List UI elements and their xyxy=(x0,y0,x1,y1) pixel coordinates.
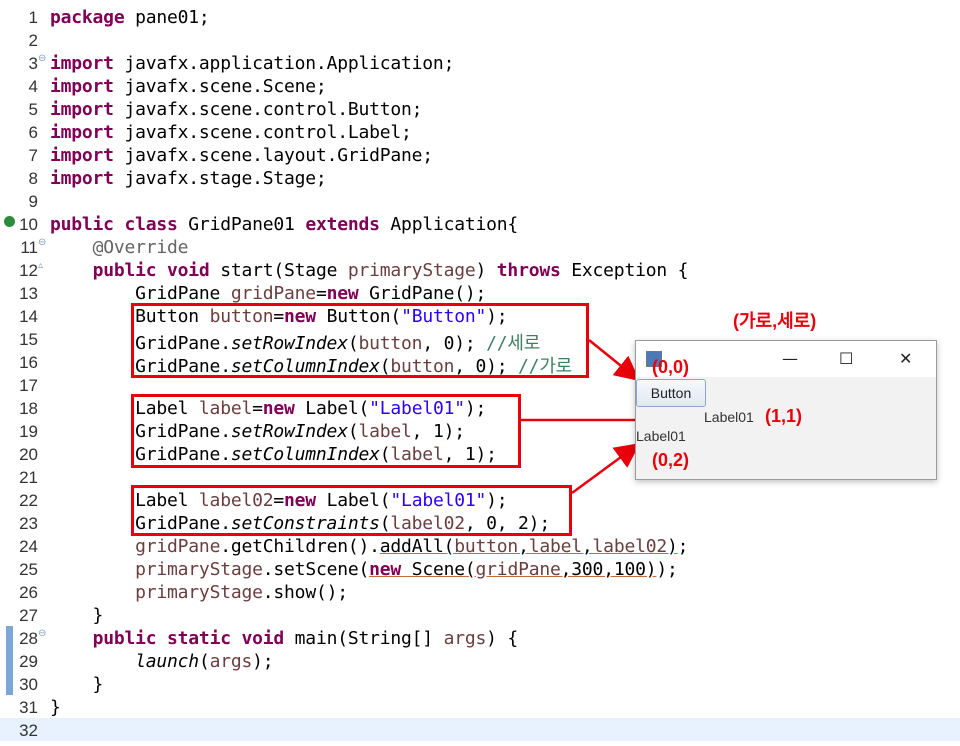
minimize-icon[interactable]: — xyxy=(782,349,798,368)
line-number: 27 xyxy=(19,606,38,625)
axes-caption: (가로,세로) xyxy=(733,311,817,331)
code-line[interactable]: 10 public class GridPane01 extends Applic… xyxy=(0,212,960,235)
line-number: 24 xyxy=(19,537,38,556)
line-number: 30 xyxy=(19,675,38,694)
fold-toggle-icon[interactable]: ▵ xyxy=(38,260,43,271)
code-line[interactable]: 28 ⊖ public static void main(String[] arg… xyxy=(0,626,960,649)
line-number: 23 xyxy=(19,514,38,533)
line-number: 19 xyxy=(19,422,38,441)
line-number: 18 xyxy=(19,399,38,418)
code-line[interactable]: 12 ▵ public void start(Stage primaryStage… xyxy=(0,258,960,281)
code-line[interactable]: 30 } xyxy=(0,672,960,695)
code-line[interactable]: 26 primaryStage.show(); xyxy=(0,580,960,603)
code-text: } xyxy=(50,605,104,626)
coord-label: (1,1) xyxy=(765,406,803,426)
code-line[interactable]: 5 import javafx.scene.control.Button; xyxy=(0,97,960,120)
fold-toggle-icon[interactable]: ⊖ xyxy=(38,53,46,64)
line-number: 21 xyxy=(19,468,38,487)
code-text: GridPane gridPane=new GridPane(); xyxy=(50,283,487,304)
annotation-box-label xyxy=(131,394,521,468)
code-text: launch(args); xyxy=(135,651,274,672)
line-number: 2 xyxy=(28,31,38,50)
code-text: primaryStage.show(); xyxy=(135,582,348,603)
line-number: 29 xyxy=(19,652,38,671)
code-line[interactable]: 4 import javafx.scene.Scene; xyxy=(0,74,960,97)
line-number: 25 xyxy=(19,560,38,579)
line-number: 10 xyxy=(19,215,38,234)
code-text: public void start(Stage primaryStage) th… xyxy=(92,260,689,281)
fx-label02: Label01 xyxy=(636,428,686,444)
fx-label: Label01 xyxy=(704,409,754,425)
line-number: 20 xyxy=(19,445,38,464)
code-text: package pane01; xyxy=(50,7,210,28)
line-number: 16 xyxy=(19,353,38,372)
line-number: 12 xyxy=(19,261,38,280)
line-number: 32 xyxy=(19,721,38,740)
code-line[interactable]: 25 primaryStage.setScene(new Scene(gridP… xyxy=(0,557,960,580)
fold-toggle-icon[interactable]: ⊖ xyxy=(38,628,46,639)
line-number: 13 xyxy=(19,284,38,303)
annotation-box-label02 xyxy=(131,485,572,536)
code-line[interactable]: 6 import javafx.scene.control.Label; xyxy=(0,120,960,143)
code-line[interactable]: 7 import javafx.scene.layout.GridPane; xyxy=(0,143,960,166)
code-text: primaryStage.setScene(new Scene(gridPane… xyxy=(135,559,678,580)
code-text: import javafx.scene.layout.GridPane; xyxy=(50,145,433,166)
line-number: 8 xyxy=(28,169,38,188)
code-line[interactable]: 11 ⊖ @Override xyxy=(0,235,960,258)
line-number: 5 xyxy=(28,100,38,119)
code-text: public static void main(String[] args) { xyxy=(92,628,519,649)
code-line[interactable]: 31} xyxy=(0,695,960,718)
code-line[interactable]: 1 package pane01; xyxy=(0,5,960,28)
code-line[interactable]: 13 GridPane gridPane=new GridPane(); xyxy=(0,281,960,304)
line-number: 14 xyxy=(19,307,38,326)
code-text: import javafx.stage.Stage; xyxy=(50,168,327,189)
code-text: } xyxy=(50,674,104,695)
line-number: 6 xyxy=(28,123,38,142)
line-number: 1 xyxy=(28,8,38,27)
coord-button: (0,0) xyxy=(652,357,690,377)
line-number: 7 xyxy=(28,146,38,165)
coord-label02: (0,2) xyxy=(652,450,690,470)
line-number: 22 xyxy=(19,491,38,510)
code-line[interactable]: 9 xyxy=(0,189,960,212)
line-number: 31 xyxy=(19,698,38,717)
line-number: 4 xyxy=(28,77,38,96)
line-number: 11 xyxy=(20,238,38,257)
line-number: 15 xyxy=(19,330,38,349)
close-icon[interactable]: ✕ xyxy=(899,349,912,368)
annotation-box-button xyxy=(131,303,589,378)
code-text: import javafx.scene.control.Label; xyxy=(50,122,412,143)
code-text: } xyxy=(50,697,61,718)
fx-button[interactable]: Button xyxy=(636,379,706,407)
code-text: import javafx.scene.Scene; xyxy=(50,76,327,97)
code-line[interactable]: 32 xyxy=(0,718,960,741)
code-text: import javafx.scene.control.Button; xyxy=(50,99,423,120)
line-number: 9 xyxy=(28,192,38,211)
code-line[interactable]: 2 xyxy=(0,28,960,51)
line-number: 17 xyxy=(19,376,38,395)
code-line[interactable]: 27 } xyxy=(0,603,960,626)
line-number: 28 xyxy=(19,629,38,648)
line-number: 3 xyxy=(28,54,38,73)
code-line[interactable]: 24 gridPane.getChildren().addAll(button,… xyxy=(0,534,960,557)
code-text: import javafx.application.Application; xyxy=(50,53,455,74)
maximize-icon[interactable]: ☐ xyxy=(839,349,853,368)
fold-toggle-icon[interactable]: ⊖ xyxy=(38,237,46,248)
code-line[interactable]: 29 launch(args); xyxy=(0,649,960,672)
code-text: @Override xyxy=(92,237,189,258)
code-line[interactable]: 3 ⊖ import javafx.application.Application; xyxy=(0,51,960,74)
code-text: public class GridPane01 extends Applicat… xyxy=(50,214,519,235)
code-text: gridPane.getChildren().addAll(button,lab… xyxy=(135,536,689,557)
code-line[interactable]: 8 import javafx.stage.Stage; xyxy=(0,166,960,189)
line-number: 26 xyxy=(19,583,38,602)
